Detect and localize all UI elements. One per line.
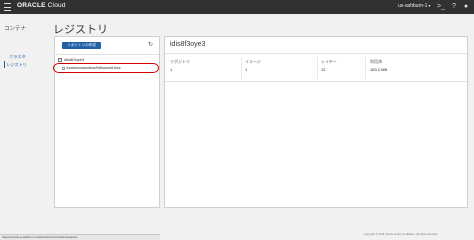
stat-value: 163.2 MB [370, 67, 388, 72]
stat-images: イメージ 1 [245, 59, 261, 72]
namespace-label: idis8f3oye3 [64, 57, 85, 62]
copyright-text: Copyright © 2019, Oracle and/or its affi… [364, 233, 438, 236]
repository-tree-panel: リポジトリの作成 ↻ − idis8f3oye3 functions/sandbo… [54, 36, 160, 208]
stat-divider [365, 57, 366, 79]
repository-label: functions/sandbox/helloworld-func [66, 66, 121, 70]
stat-label: 利用済 [370, 59, 382, 64]
stat-divider [241, 57, 242, 79]
tree-item-namespace[interactable]: − idis8f3oye3 [58, 57, 84, 62]
sidebar-item-registry[interactable]: レジストリ [6, 62, 27, 68]
stat-repositories: リポジトリ 1 [170, 59, 190, 72]
repository-icon [62, 66, 65, 70]
stat-label: リポジトリ [170, 59, 190, 64]
stat-divider [317, 57, 318, 79]
stat-label: レイヤー [321, 59, 337, 64]
stat-value: 1 [170, 67, 173, 72]
help-icon[interactable]: ? [450, 3, 458, 11]
sidebar-active-indicator [4, 61, 5, 68]
cloud-shell-icon[interactable]: >_ [437, 3, 445, 11]
stats-row: リポジトリ 1 イメージ 1 レイヤー 12 利用済 163.2 MB [165, 54, 467, 82]
top-navigation-bar: ORACLE Cloud us-ashburn-1▾ >_ ? ● [0, 0, 474, 14]
menu-icon[interactable] [4, 3, 11, 11]
sidebar-title: コンテナ [4, 26, 27, 32]
stat-layers: レイヤー 12 [321, 59, 337, 72]
brand-suffix: Cloud [45, 2, 66, 9]
stat-label: イメージ [245, 59, 261, 64]
namespace-details-panel: idis8f3oye3 リポジトリ 1 イメージ 1 レイヤー 12 利用済 1… [164, 36, 468, 208]
tree-item-repository[interactable]: functions/sandbox/helloworld-func [59, 65, 159, 72]
stat-used-storage: 利用済 163.2 MB [370, 59, 387, 72]
stat-value: 1 [245, 67, 248, 72]
refresh-icon[interactable]: ↻ [148, 41, 153, 48]
stat-value: 12 [321, 67, 326, 72]
region-label: us-ashburn-1 [398, 3, 428, 9]
oracle-cloud-logo[interactable]: ORACLE Cloud [17, 2, 66, 9]
brand-name: ORACLE [17, 2, 46, 9]
create-repository-button[interactable]: リポジトリの作成 [62, 42, 101, 49]
chevron-down-icon: ▾ [428, 3, 431, 8]
namespace-title: idis8f3oye3 [170, 41, 206, 48]
user-icon[interactable]: ● [462, 3, 470, 11]
collapse-icon[interactable]: − [58, 57, 62, 62]
page-title: レジストリ [53, 24, 108, 36]
sidebar-item-clusters[interactable]: クラスタ [9, 54, 26, 60]
sidebar: コンテナ クラスタ レジストリ [0, 14, 52, 234]
browser-status-bar: https://console.us-ashburn-1.oraclecloud… [0, 234, 160, 240]
region-selector[interactable]: us-ashburn-1▾ [398, 3, 430, 9]
panel-divider [55, 54, 159, 55]
